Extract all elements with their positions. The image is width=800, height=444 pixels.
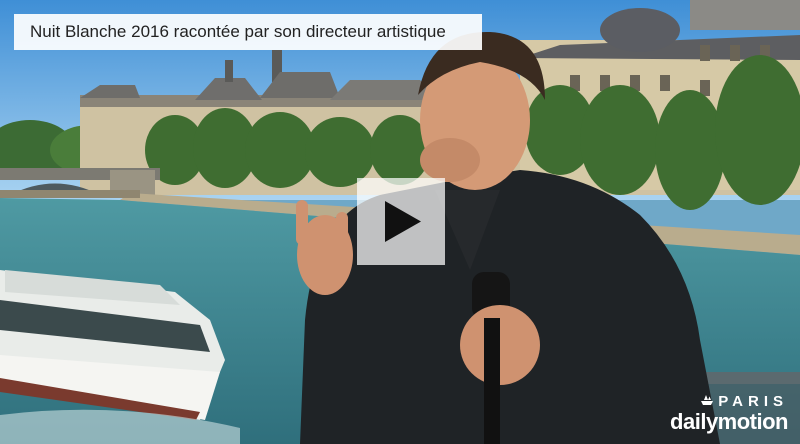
city-text: PARIS — [718, 393, 788, 410]
paris-ship-icon — [701, 395, 714, 405]
play-icon — [385, 201, 421, 242]
video-player[interactable]: Nuit Blanche 2016 racontée par son direc… — [0, 0, 800, 444]
city-label: PARIS — [670, 393, 788, 410]
brand-overlay: PARIS dailymotion — [670, 393, 788, 434]
video-title[interactable]: Nuit Blanche 2016 racontée par son direc… — [14, 14, 482, 50]
dailymotion-logo[interactable]: dailymotion — [670, 409, 788, 434]
play-button[interactable] — [357, 178, 445, 265]
